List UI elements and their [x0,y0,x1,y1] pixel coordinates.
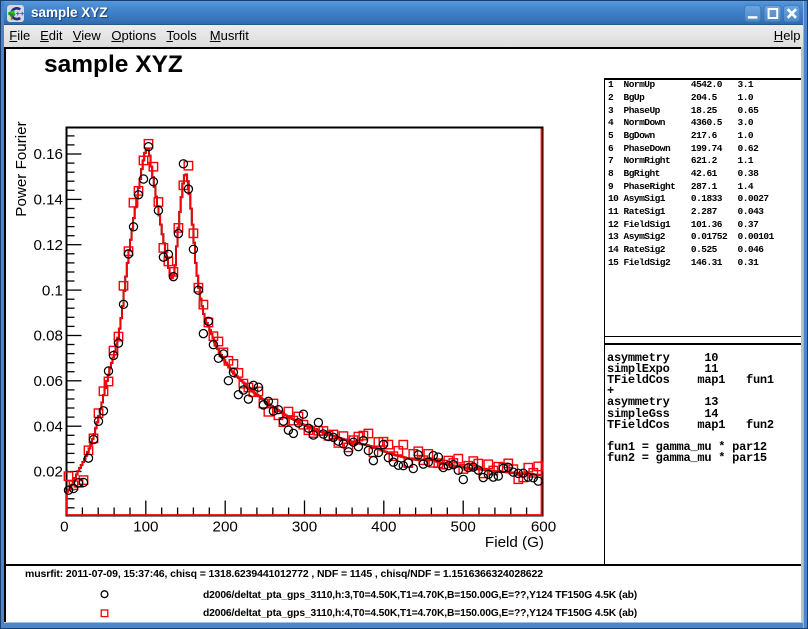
svg-text:200: 200 [213,519,238,536]
svg-text:0.06: 0.06 [33,373,63,390]
svg-text:300: 300 [292,519,317,536]
svg-text:0.16: 0.16 [33,146,63,163]
svg-text:100: 100 [133,519,158,536]
svg-text:500: 500 [451,519,476,536]
svg-text:0: 0 [60,519,68,536]
svg-text:0.08: 0.08 [33,328,63,345]
svg-text:Power Fourier: Power Fourier [13,121,30,216]
svg-text:0.02: 0.02 [33,464,63,481]
svg-text:400: 400 [371,519,396,536]
svg-text:0.12: 0.12 [33,237,63,254]
svg-text:Field (G): Field (G) [485,534,544,551]
svg-text:600: 600 [531,519,556,536]
svg-text:0.04: 0.04 [33,418,63,435]
svg-text:0.1: 0.1 [42,282,63,299]
svg-text:0.14: 0.14 [33,192,63,209]
